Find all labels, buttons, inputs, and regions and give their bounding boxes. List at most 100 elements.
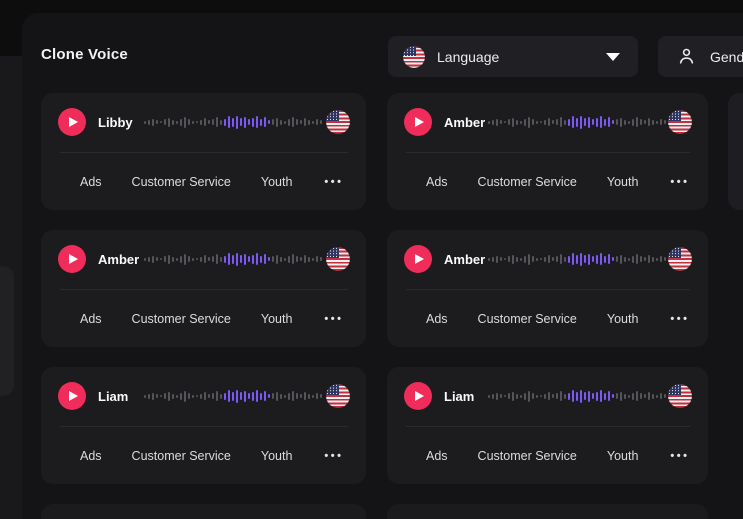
waveform-bar — [652, 120, 654, 125]
waveform-bar — [168, 255, 170, 264]
waveform-bar — [192, 121, 194, 124]
play-button[interactable] — [58, 108, 86, 136]
waveform-bar — [312, 258, 314, 261]
waveform-bar — [212, 393, 214, 399]
waveform-bar — [528, 117, 530, 128]
waveform-bar — [264, 391, 266, 401]
waveform-bar — [276, 255, 278, 264]
waveform-bar — [268, 120, 270, 124]
waveform-bar — [516, 394, 518, 399]
voice-card[interactable]: Amber AdsCustomer ServiceYouth••• — [387, 93, 708, 210]
voice-card[interactable]: Amber AdsCustomer ServiceYouth••• — [41, 230, 366, 347]
waveform-bar — [592, 256, 594, 262]
waveform-bar — [256, 253, 258, 265]
waveform-bar — [312, 395, 314, 398]
play-button[interactable] — [404, 382, 432, 410]
waveform-bar — [496, 393, 498, 400]
more-ellipsis-button[interactable]: ••• — [668, 450, 691, 462]
waveform-bar — [220, 120, 222, 125]
waveform-bar — [596, 392, 598, 401]
waveform-bar — [320, 120, 322, 124]
waveform-bar — [204, 392, 206, 400]
waveform-bar — [516, 257, 518, 262]
waveform-bar — [604, 119, 606, 126]
waveform-bar — [184, 254, 186, 265]
voice-tag: Customer Service — [478, 175, 577, 189]
waveform-bar — [524, 393, 526, 400]
more-ellipsis-button[interactable]: ••• — [668, 176, 691, 188]
voice-tag: Ads — [80, 175, 102, 189]
waveform-bar — [260, 256, 262, 263]
waveform-bar — [264, 117, 266, 127]
voice-tag: Customer Service — [132, 312, 231, 326]
waveform-bar — [244, 391, 246, 402]
play-button[interactable] — [404, 108, 432, 136]
waveform-bar — [156, 120, 158, 124]
waveform-bar — [656, 395, 658, 398]
play-button[interactable] — [404, 245, 432, 273]
waveform-bar — [636, 117, 638, 127]
gender-dropdown[interactable]: Gender — [658, 36, 743, 77]
waveform-bar — [260, 119, 262, 126]
waveform — [488, 388, 668, 404]
voice-card-partial — [41, 504, 366, 519]
waveform-bar — [616, 119, 618, 125]
tag-row: AdsCustomer ServiceYouth••• — [426, 441, 688, 471]
waveform-bar — [188, 119, 190, 125]
waveform-bar — [604, 256, 606, 263]
waveform-bar — [524, 119, 526, 126]
more-ellipsis-button[interactable]: ••• — [668, 313, 691, 325]
waveform-bar — [608, 391, 610, 401]
more-ellipsis-button[interactable]: ••• — [322, 313, 345, 325]
waveform-bar — [300, 257, 302, 261]
waveform-bar — [232, 392, 234, 401]
waveform-bar — [212, 119, 214, 125]
waveform-bar — [264, 254, 266, 264]
waveform-bar — [656, 121, 658, 124]
waveform-bar — [248, 119, 250, 125]
waveform-bar — [208, 394, 210, 398]
waveform-bar — [224, 256, 226, 263]
voice-card[interactable]: Amber AdsCustomer ServiceYouth••• — [387, 230, 708, 347]
tag-row: AdsCustomer ServiceYouth••• — [426, 167, 688, 197]
voice-card[interactable]: Liam AdsCustomer ServiceYouth••• — [387, 367, 708, 484]
waveform-bar — [652, 394, 654, 399]
waveform-bar — [536, 258, 538, 261]
waveform-bar — [240, 255, 242, 263]
waveform-bar — [644, 120, 646, 124]
card-divider — [60, 426, 348, 427]
waveform-bar — [612, 394, 614, 398]
more-ellipsis-button[interactable]: ••• — [322, 450, 345, 462]
card-divider — [60, 289, 348, 290]
us-flag-icon — [668, 110, 692, 134]
waveform-bar — [240, 392, 242, 400]
play-button[interactable] — [58, 245, 86, 273]
waveform-bar — [160, 258, 162, 260]
waveform-bar — [592, 393, 594, 399]
card-divider — [406, 426, 690, 427]
waveform-bar — [256, 390, 258, 402]
waveform-bar — [600, 253, 602, 265]
waveform-bar — [588, 254, 590, 265]
voice-card[interactable]: Libby AdsCustomer ServiceYouth••• — [41, 93, 366, 210]
waveform-bar — [296, 256, 298, 262]
waveform-bar — [164, 393, 166, 399]
more-ellipsis-button[interactable]: ••• — [322, 176, 345, 188]
background-edge-element — [0, 266, 14, 396]
waveform-bar — [148, 394, 150, 399]
tag-row: AdsCustomer ServiceYouth••• — [426, 304, 688, 334]
waveform-bar — [316, 393, 318, 399]
voice-card[interactable]: Liam AdsCustomer ServiceYouth••• — [41, 367, 366, 484]
waveform-bar — [488, 258, 490, 261]
voice-tag: Ads — [426, 312, 448, 326]
voice-tag: Youth — [607, 175, 639, 189]
voice-card-header: Libby — [58, 108, 350, 136]
waveform-bar — [632, 393, 634, 400]
waveform-bar — [236, 390, 238, 403]
language-dropdown[interactable]: Language — [388, 36, 638, 77]
waveform-bar — [276, 392, 278, 401]
waveform-bar — [572, 253, 574, 265]
waveform-bar — [308, 120, 310, 125]
play-button[interactable] — [58, 382, 86, 410]
waveform-bar — [236, 253, 238, 266]
